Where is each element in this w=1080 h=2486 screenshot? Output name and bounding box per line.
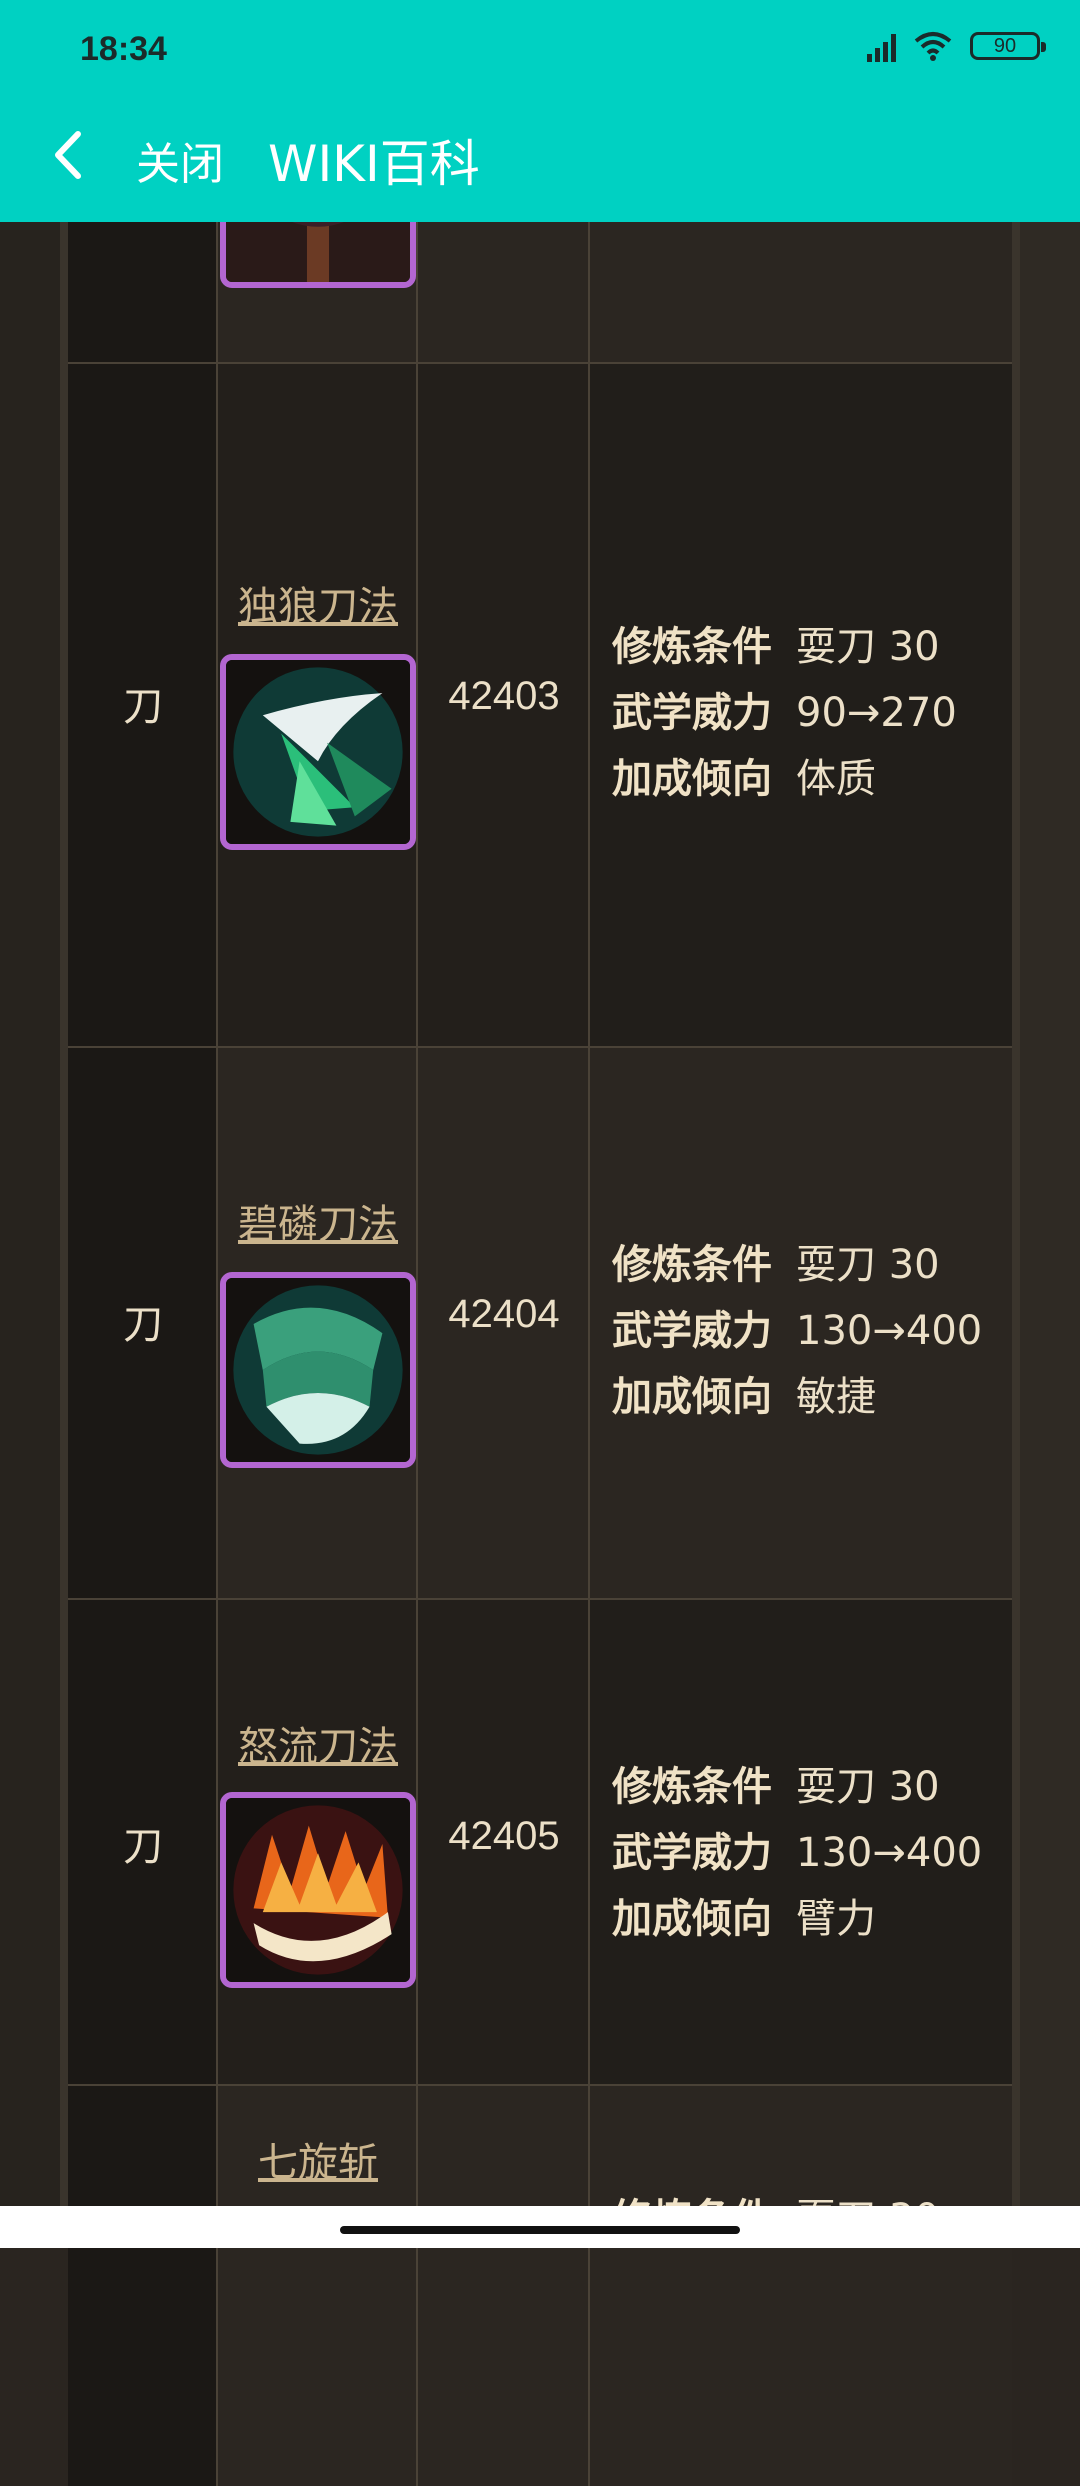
status-time: 18:34	[80, 30, 167, 68]
battery-icon: 90	[970, 32, 1046, 60]
table-row: 刀 独狼刀法 42403 修炼条件 耍刀 30 武学威力 90→270 加成倾向…	[68, 364, 1012, 1048]
skill-name-link[interactable]: 七旋斩	[218, 2130, 418, 2188]
skill-attributes: 修炼条件 耍刀 30 武学威力 130→400 加成倾向 臂力	[612, 1754, 1012, 1952]
wifi-icon	[914, 32, 952, 61]
battery-level: 90	[993, 34, 1017, 57]
right-frame-border	[1012, 222, 1020, 2248]
fire-slash-icon[interactable]	[220, 1792, 416, 1988]
hd-signal-icon	[867, 30, 896, 62]
close-button[interactable]: 关闭	[136, 128, 224, 192]
skill-attributes: 修炼条件 耍刀 30 武学威力 90→270 加成倾向 体质	[612, 614, 1012, 812]
attr-power: 武学威力 90→270	[612, 690, 957, 736]
table-row: 刀 怒流刀法 42405 修炼条件 耍刀 30 武学威力 130→400 加成倾向臂	[68, 1600, 1012, 2086]
attr-power: 武学威力 130→400	[612, 1308, 983, 1354]
page-title: WIKI百科	[268, 135, 480, 193]
table-row: 七旋斩 修炼条件耍刀 30	[68, 2086, 1012, 2486]
weapon-type: 刀	[123, 684, 163, 730]
skill-code: 42405	[448, 1814, 560, 1858]
home-gesture-handle[interactable]	[340, 2226, 740, 2234]
attr-requirement: 修炼条件耍刀 30	[612, 624, 940, 670]
table-row	[68, 92, 1012, 364]
skill-code: 42403	[448, 674, 560, 718]
green-claw-slash-icon[interactable]	[220, 654, 416, 850]
skills-table: 刀 独狼刀法 42403 修炼条件 耍刀 30 武学威力 90→270 加成倾向…	[68, 92, 1012, 2486]
attr-bonus: 加成倾向 臂力	[612, 1896, 876, 1942]
right-frame	[1020, 222, 1080, 2248]
skill-name-link[interactable]: 碧磷刀法	[218, 1192, 418, 1250]
attr-bonus: 加成倾向 敏捷	[612, 1374, 876, 1420]
left-frame-border	[60, 222, 68, 2248]
green-wave-slash-icon[interactable]	[220, 1272, 416, 1468]
attr-power: 武学威力 130→400	[612, 1830, 983, 1876]
left-frame	[0, 222, 60, 2248]
table-row: 刀 碧磷刀法 42404 修炼条件 耍刀 30 武学威力 130→400 加成倾向敏	[68, 1048, 1012, 1600]
skill-name-link[interactable]: 独狼刀法	[218, 574, 418, 632]
status-icons: 90	[867, 30, 1046, 62]
skill-name-link[interactable]: 怒流刀法	[218, 1714, 418, 1772]
app-header: 18:34 90 关闭 WIKI百科	[0, 0, 1080, 222]
weapon-type: 刀	[123, 1302, 163, 1348]
attr-requirement: 修炼条件耍刀 30	[612, 1764, 940, 1810]
attr-requirement: 修炼条件耍刀 30	[612, 1242, 940, 1288]
skill-attributes: 修炼条件 耍刀 30 武学威力 130→400 加成倾向 敏捷	[612, 1232, 1012, 1430]
attr-bonus: 加成倾向 体质	[612, 756, 876, 802]
skill-code: 42404	[448, 1292, 560, 1336]
back-chevron-icon[interactable]	[44, 120, 94, 190]
weapon-type: 刀	[123, 1824, 163, 1870]
